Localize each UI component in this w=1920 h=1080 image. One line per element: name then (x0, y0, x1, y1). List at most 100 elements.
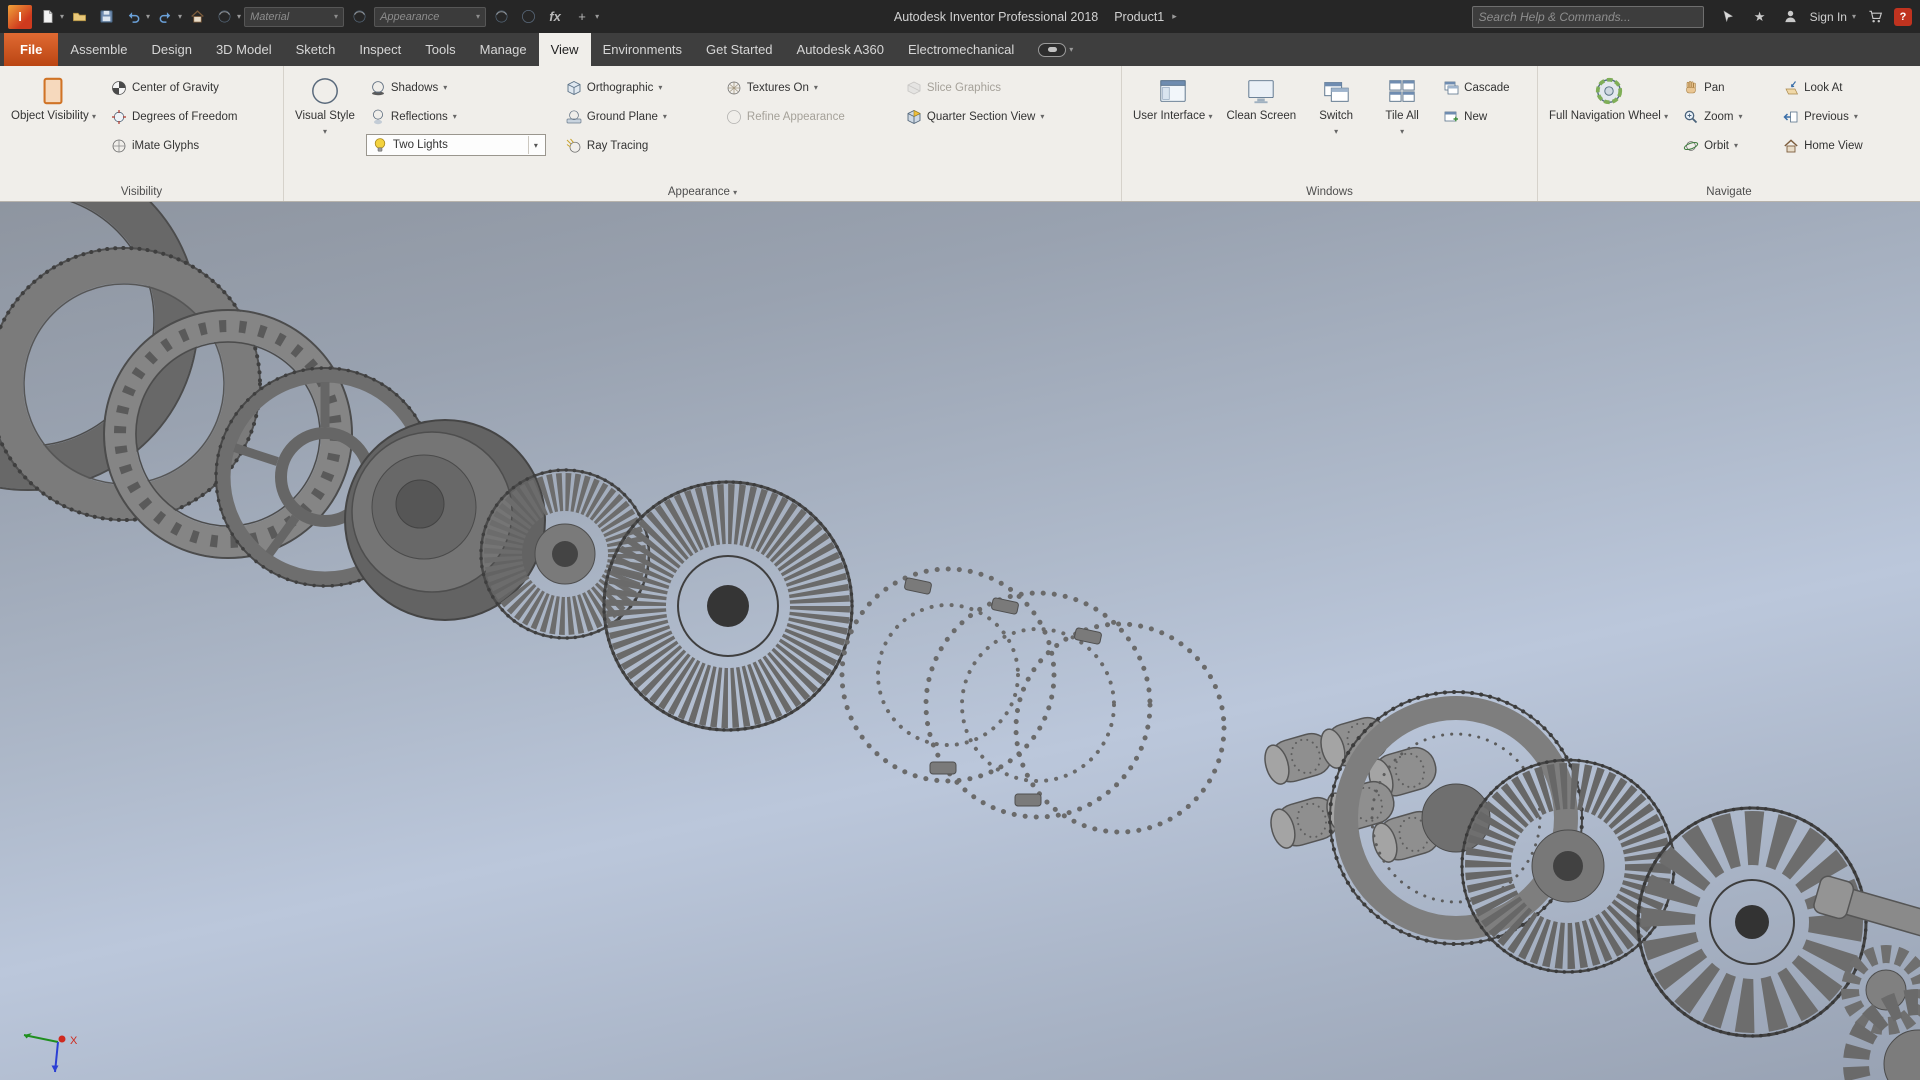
appearance-ball-icon[interactable] (347, 5, 371, 29)
previous-view-button[interactable]: Previous ▾ (1779, 103, 1887, 130)
tab-electromechanical[interactable]: Electromechanical (896, 33, 1026, 66)
ground-plane-button[interactable]: Ground Plane ▾ (562, 103, 714, 130)
ground-plane-dropdown[interactable]: ▾ (663, 112, 667, 121)
orbit-button[interactable]: Orbit ▾ (1679, 132, 1771, 159)
quarter-section-view-icon (906, 109, 922, 125)
refine-appearance-label: Refine Appearance (746, 110, 845, 123)
app-store-cart-icon[interactable] (1863, 5, 1887, 29)
material-ball-dropdown[interactable]: ▾ (237, 12, 241, 21)
lighting-style-combo-arrow[interactable]: ▾ (527, 136, 543, 154)
tile-all-dropdown[interactable]: ▾ (1400, 127, 1404, 137)
lighting-style-combo[interactable]: Two Lights ▾ (365, 134, 546, 156)
tab-inspect[interactable]: Inspect (347, 33, 413, 66)
search-input[interactable] (1478, 9, 1697, 24)
imate-glyphs-button[interactable]: iMate Glyphs (107, 132, 241, 159)
save-button[interactable] (94, 5, 118, 29)
ray-tracing-button[interactable]: Ray Tracing (562, 132, 714, 159)
orthographic-dropdown[interactable]: ▾ (658, 83, 662, 92)
tab-manage[interactable]: Manage (468, 33, 539, 66)
appearance-combo[interactable]: Appearance ▾ (374, 6, 487, 27)
appearance-combo-value: Appearance (380, 10, 440, 23)
slice-graphics-icon (906, 80, 922, 96)
switch-button[interactable]: Switch ▾ (1307, 71, 1365, 179)
zoom-dropdown[interactable]: ▾ (1738, 112, 1742, 121)
ribbon-display-options[interactable]: ▾ (1026, 33, 1085, 66)
tab-3d-model[interactable]: 3D Model (204, 33, 284, 66)
clear-appearance-icon[interactable] (516, 5, 540, 29)
visual-style-dropdown[interactable]: ▾ (323, 127, 327, 137)
tab-sketch[interactable]: Sketch (284, 33, 348, 66)
group-label-appearance[interactable]: Appearance ▾ (284, 186, 1121, 198)
slice-graphics-button: Slice Graphics (902, 74, 1092, 101)
favorites-star-icon[interactable]: ★ (1748, 5, 1772, 29)
zoom-button[interactable]: Zoom ▾ (1679, 103, 1771, 130)
clean-screen-button[interactable]: Clean Screen (1223, 71, 1299, 179)
new-file-button[interactable] (35, 5, 59, 29)
tile-all-button[interactable]: Tile All ▾ (1373, 71, 1431, 179)
full-navigation-wheel-button[interactable]: Full Navigation Wheel ▾ (1546, 71, 1671, 179)
new-window-button[interactable]: New (1439, 103, 1513, 130)
open-button[interactable] (67, 5, 91, 29)
degrees-of-freedom-button[interactable]: Degrees of Freedom (107, 103, 241, 130)
quarter-section-view-dropdown[interactable]: ▾ (1040, 112, 1044, 121)
user-icon[interactable] (1779, 5, 1803, 29)
adjust-appearance-icon[interactable] (489, 5, 513, 29)
redo-dropdown[interactable]: ▾ (178, 12, 182, 21)
search-box[interactable] (1471, 5, 1704, 28)
shadows-dropdown[interactable]: ▾ (443, 83, 447, 92)
object-visibility-button[interactable]: Object Visibility ▾ (8, 71, 99, 179)
material-ball-icon[interactable] (212, 5, 236, 29)
look-at-button[interactable]: Look At (1779, 74, 1887, 101)
home-button[interactable] (185, 5, 209, 29)
home-view-button[interactable]: Home View (1779, 132, 1887, 159)
document-title-arrow[interactable]: ▸ (1172, 11, 1177, 22)
material-combo[interactable]: Material ▾ (244, 6, 345, 27)
tab-tools[interactable]: Tools (413, 33, 467, 66)
center-of-gravity-button[interactable]: Center of Gravity (107, 74, 241, 101)
home-view-icon (1783, 138, 1799, 154)
ribbon-group-navigate: Full Navigation Wheel ▾ Pan Zoom ▾ Orbit… (1538, 66, 1920, 201)
user-interface-button[interactable]: User Interface ▾ (1130, 71, 1215, 179)
parameters-fx-button[interactable]: fx (543, 5, 567, 29)
tab-assemble[interactable]: Assemble (58, 33, 139, 66)
clean-screen-label: Clean Screen (1226, 110, 1297, 122)
textures-on-dropdown[interactable]: ▾ (814, 83, 818, 92)
cursor-tool-icon[interactable] (1717, 5, 1741, 29)
reflections-dropdown[interactable]: ▾ (453, 112, 457, 121)
undo-button[interactable] (121, 5, 145, 29)
sign-in-link[interactable]: Sign In (1810, 10, 1847, 24)
full-navigation-wheel-dropdown[interactable]: ▾ (1664, 112, 1668, 121)
reflections-button[interactable]: Reflections ▾ (366, 103, 554, 130)
ribbon-options-dropdown: ▾ (1069, 45, 1074, 54)
undo-dropdown[interactable]: ▾ (146, 12, 150, 21)
textures-on-button[interactable]: Textures On ▾ (722, 74, 880, 101)
add-quick-access-button[interactable]: + (570, 5, 594, 29)
previous-view-dropdown[interactable]: ▾ (1854, 112, 1858, 121)
sign-in-dropdown[interactable]: ▾ (1852, 12, 1856, 21)
quick-access-customize-dropdown[interactable]: ▾ (595, 12, 599, 21)
appearance-group-dropdown[interactable]: ▾ (733, 188, 737, 197)
model-viewport[interactable]: X Z (0, 202, 1920, 1080)
quarter-section-view-button[interactable]: Quarter Section View ▾ (902, 103, 1092, 130)
help-icon[interactable]: ? (1894, 7, 1912, 26)
tab-get-started[interactable]: Get Started (694, 33, 784, 66)
tab-file[interactable]: File (4, 33, 59, 66)
textures-on-label: Textures On (746, 81, 809, 94)
tab-view[interactable]: View (538, 33, 591, 66)
pan-button[interactable]: Pan (1679, 74, 1771, 101)
orbit-dropdown[interactable]: ▾ (1734, 141, 1738, 150)
engine-model[interactable]: X Z (0, 202, 1920, 1080)
tab-environments[interactable]: Environments (591, 33, 694, 66)
shadows-button[interactable]: Shadows ▾ (366, 74, 554, 101)
orthographic-button[interactable]: Orthographic ▾ (562, 74, 714, 101)
pan-hand-icon (1683, 80, 1699, 96)
switch-dropdown[interactable]: ▾ (1334, 127, 1338, 137)
cascade-button[interactable]: Cascade (1439, 74, 1513, 101)
object-visibility-dropdown[interactable]: ▾ (92, 112, 96, 121)
user-interface-dropdown[interactable]: ▾ (1208, 112, 1212, 121)
tab-design[interactable]: Design (139, 33, 203, 66)
new-file-dropdown[interactable]: ▾ (60, 12, 64, 21)
tab-autodesk-a360[interactable]: Autodesk A360 (785, 33, 896, 66)
redo-button[interactable] (153, 5, 177, 29)
visual-style-button[interactable]: Visual Style ▾ (292, 71, 358, 179)
